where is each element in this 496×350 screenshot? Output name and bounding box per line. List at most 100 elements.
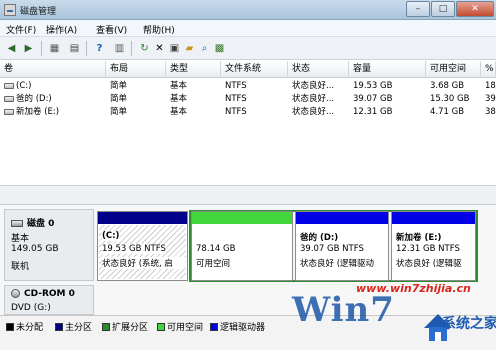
disk0-size: 149.05 GB — [11, 244, 59, 254]
window-controls: – □ ✕ — [406, 1, 494, 17]
menu-view[interactable]: 查看(V) — [96, 23, 127, 36]
cell-filesystem: NTFS — [225, 107, 247, 117]
cell-status: 状态良好... — [292, 94, 335, 104]
maximize-button[interactable]: □ — [431, 1, 455, 17]
minimize-button[interactable]: – — [406, 1, 430, 17]
watermark-url: www.win7zhijia.cn — [356, 282, 471, 295]
disk-icon[interactable]: ▩ — [213, 42, 226, 55]
delete-icon[interactable]: ✕ — [153, 42, 166, 55]
col-volume[interactable]: 卷 — [0, 61, 106, 78]
legend-logical: 逻辑驱动器 — [210, 320, 265, 333]
legend-unallocated: 未分配 — [6, 320, 43, 333]
legend-swatch — [55, 323, 63, 331]
watermark: Win7 www.win7zhijia.cn 系统之家 — [292, 254, 496, 350]
volume-icon — [4, 108, 14, 115]
refresh-icon[interactable]: ↻ — [138, 42, 151, 55]
partition-c[interactable]: (C:) 19.53 GB NTFS 状态良好 (系统, 启 — [97, 211, 188, 281]
disk-management-icon — [4, 4, 16, 16]
toolbar: ◀ ▶ ▦ ▤ ? ▥ ↻ ✕ ▣ ▰ ⌕ ▩ — [0, 37, 496, 60]
toolbar-separator — [41, 41, 42, 56]
cell-capacity: 39.07 GB — [353, 94, 393, 104]
col-type[interactable]: 类型 — [166, 61, 221, 78]
partition-size: 78.14 GB — [196, 244, 236, 254]
partition-status: 状态良好 (系统, 启 — [102, 257, 185, 269]
partition-title: 新加卷 (E:) — [396, 233, 442, 243]
table-header: 卷 布局 类型 文件系统 状态 容量 可用空间 % — [0, 61, 496, 78]
cell-filesystem: NTFS — [225, 94, 247, 104]
menu-file[interactable]: 文件(F) — [6, 23, 36, 36]
cdrom0-drive: DVD (G:) — [11, 303, 51, 313]
legend-free: 可用空间 — [157, 320, 203, 333]
rescan-icon[interactable]: ▥ — [113, 42, 126, 55]
cell-layout: 简单 — [110, 81, 128, 91]
cell-percent: 39 — [485, 94, 496, 104]
volume-icon — [4, 95, 14, 102]
partition-bar — [192, 212, 292, 224]
search-icon[interactable]: ⌕ — [198, 42, 211, 55]
back-icon[interactable]: ◀ — [5, 42, 18, 55]
cell-volume: 新加卷 (E:) — [0, 106, 106, 119]
cell-filesystem: NTFS — [225, 81, 247, 91]
pane-splitter[interactable] — [0, 185, 496, 205]
cell-capacity: 19.53 GB — [353, 81, 393, 91]
watermark-win7-text: Win7 — [292, 290, 395, 330]
col-filesystem[interactable]: 文件系统 — [221, 61, 288, 78]
col-capacity[interactable]: 容量 — [349, 61, 426, 78]
window-title: 磁盘管理 — [20, 7, 57, 17]
menu-help[interactable]: 帮助(H) — [143, 23, 175, 36]
cell-layout: 简单 — [110, 94, 128, 104]
close-button[interactable]: ✕ — [456, 1, 494, 17]
disk0-type: 基本 — [11, 234, 30, 244]
cd-drive-icon — [11, 289, 20, 298]
disk0-label[interactable]: 磁盘 0 基本 149.05 GB 联机 — [4, 209, 94, 281]
legend-swatch — [157, 323, 165, 331]
legend-extended: 扩展分区 — [102, 320, 148, 333]
cell-volume: (C:) — [0, 80, 106, 93]
menu-bar: 文件(F) 操作(A) 查看(V) 帮助(H) — [0, 20, 496, 37]
cell-percent: 18 — [485, 81, 496, 91]
cell-status: 状态良好... — [292, 81, 335, 91]
legend-swatch — [102, 323, 110, 331]
volume-icon — [4, 82, 14, 89]
volume-list: 卷 布局 类型 文件系统 状态 容量 可用空间 % (C:) 简单 基本 NTF… — [0, 61, 496, 185]
disk0-name-line: 磁盘 0 — [11, 216, 54, 229]
cell-layout: 简单 — [110, 107, 128, 117]
partition-free[interactable]: 78.14 GB 可用空间 — [191, 211, 293, 281]
disk0-state: 联机 — [11, 262, 30, 272]
help-icon[interactable]: ? — [93, 42, 106, 55]
col-layout[interactable]: 布局 — [106, 61, 166, 78]
cdrom0-label[interactable]: CD-ROM 0 DVD (G:) — [4, 285, 94, 315]
title-bar: 磁盘管理 – □ ✕ — [0, 0, 496, 20]
open-folder-icon[interactable]: ▰ — [183, 42, 196, 55]
watermark-logo-text: 系统之家 — [442, 316, 496, 332]
cdrom0-name-line: CD-ROM 0 — [11, 289, 75, 299]
forward-icon[interactable]: ▶ — [22, 42, 35, 55]
partition-bar — [296, 212, 388, 224]
console-tree-icon[interactable]: ▦ — [48, 42, 61, 55]
col-status[interactable]: 状态 — [288, 61, 349, 78]
cell-type: 基本 — [170, 107, 188, 117]
partition-title: 爸的 (D:) — [300, 233, 339, 243]
legend-swatch — [6, 323, 14, 331]
partition-status: 可用空间 — [196, 259, 231, 269]
col-free[interactable]: 可用空间 — [426, 61, 481, 78]
cell-free: 4.71 GB — [430, 107, 465, 117]
cell-status: 状态良好... — [292, 107, 335, 117]
partition-size: 39.07 GB NTFS — [300, 244, 364, 254]
col-percent[interactable]: % — [481, 61, 496, 78]
cell-free: 3.68 GB — [430, 81, 465, 91]
cell-percent: 38 — [485, 107, 496, 117]
partition-bar — [98, 212, 187, 224]
cell-type: 基本 — [170, 94, 188, 104]
cell-volume: 爸的 (D:) — [0, 93, 106, 106]
properties2-icon[interactable]: ▣ — [168, 42, 181, 55]
toolbar-separator — [86, 41, 87, 56]
partition-title: (C:) — [102, 231, 120, 241]
menu-action[interactable]: 操作(A) — [46, 23, 77, 36]
hard-disk-icon — [11, 220, 23, 227]
partition-size: 12.31 GB NTFS — [396, 244, 460, 254]
partition-size: 19.53 GB NTFS — [102, 244, 166, 254]
properties-icon[interactable]: ▤ — [68, 42, 81, 55]
toolbar-separator — [131, 41, 132, 56]
cell-type: 基本 — [170, 81, 188, 91]
